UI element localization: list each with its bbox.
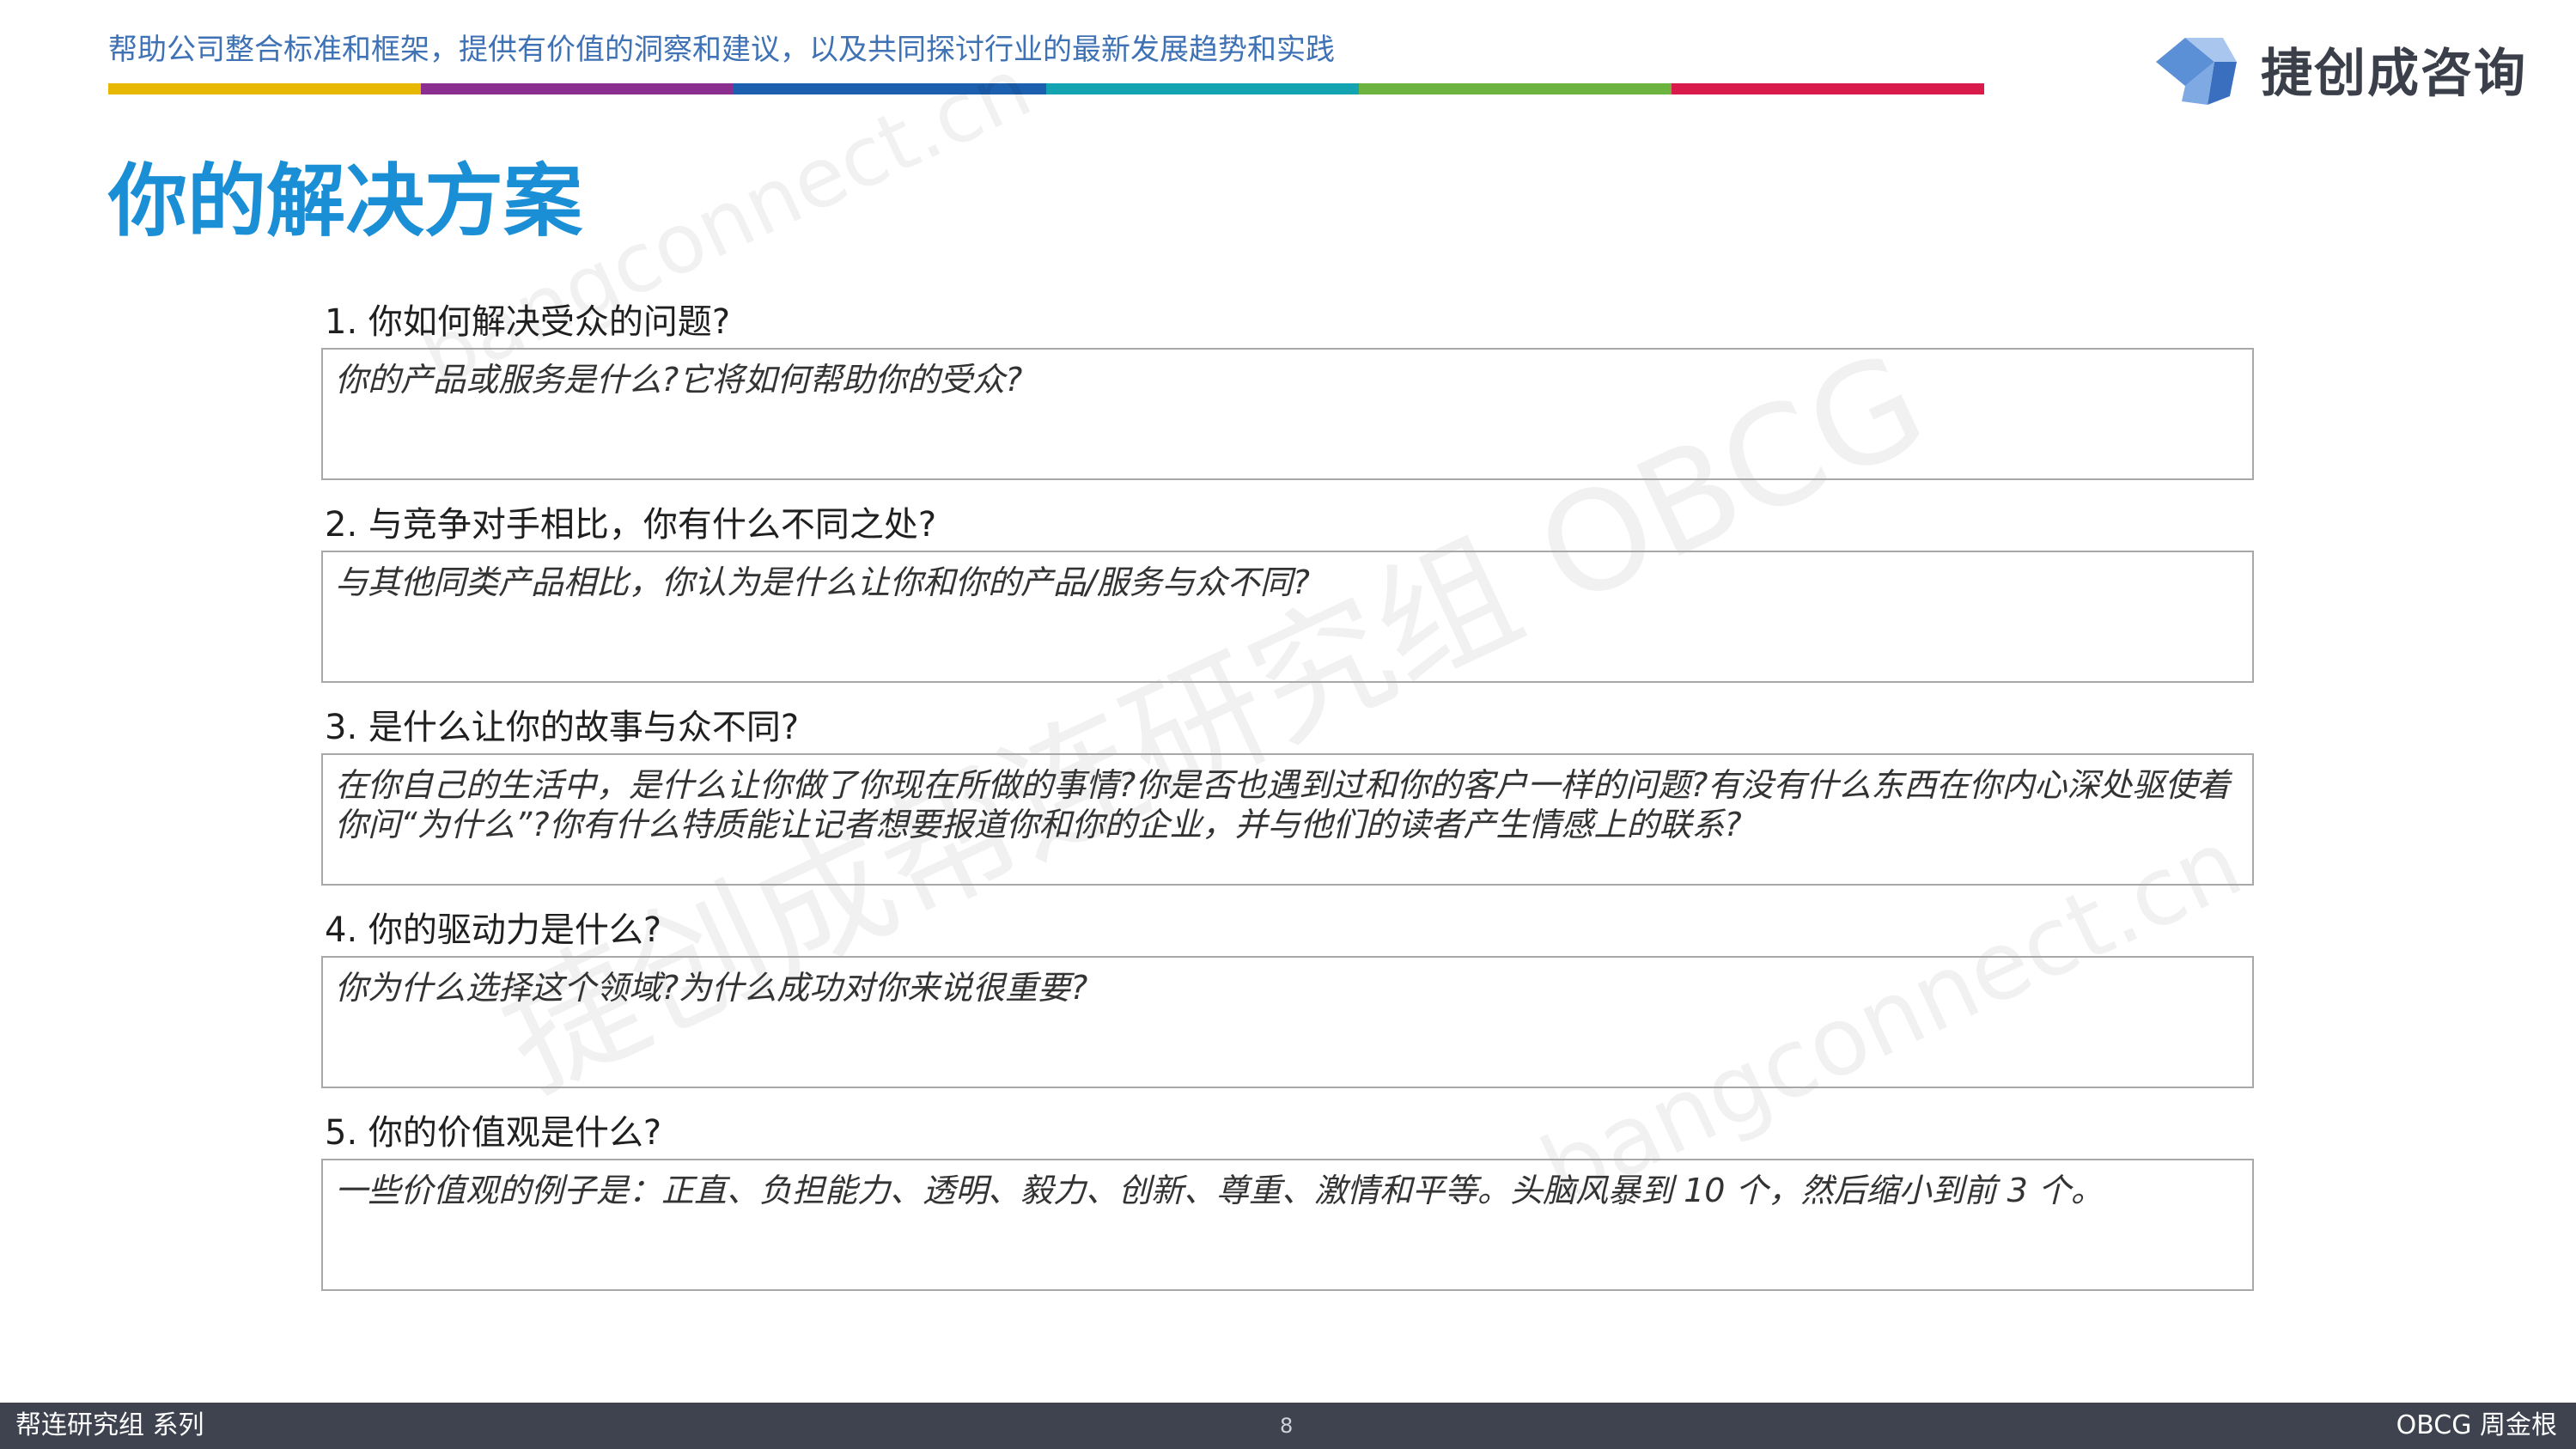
answer-box[interactable]: 你的产品或服务是什么?它将如何帮助你的受众?: [321, 348, 2254, 480]
footer-series-label: 帮连研究组 系列: [15, 1410, 204, 1440]
question-label: 2. 与竞争对手相比，你有什么不同之处?: [325, 505, 937, 545]
stripe-segment: [108, 83, 421, 94]
header-tagline: 帮助公司整合标准和框架，提供有价值的洞察和建议，以及共同探讨行业的最新发展趋势和…: [108, 33, 1335, 67]
question-item: 4. 你的驱动力是什么? 你为什么选择这个领域?为什么成功对你来说很重要?: [321, 904, 2254, 1107]
question-item: 2. 与竞争对手相比，你有什么不同之处? 与其他同类产品相比，你认为是什么让你和…: [321, 499, 2254, 702]
question-label: 1. 你如何解决受众的问题?: [325, 302, 731, 342]
answer-box[interactable]: 一些价值观的例子是：正直、负担能力、透明、毅力、创新、尊重、激情和平等。头脑风暴…: [321, 1159, 2254, 1291]
footer-author: OBCG 周金根: [2396, 1410, 2557, 1440]
answer-box[interactable]: 在你自己的生活中，是什么让你做了你现在所做的事情?你是否也遇到过和你的客户一样的…: [321, 753, 2254, 886]
answer-box[interactable]: 与其他同类产品相比，你认为是什么让你和你的产品/服务与众不同?: [321, 551, 2254, 683]
stripe-segment: [1046, 83, 1359, 94]
question-item: 1. 你如何解决受众的问题? 你的产品或服务是什么?它将如何帮助你的受众?: [321, 296, 2254, 499]
answer-box[interactable]: 你为什么选择这个领域?为什么成功对你来说很重要?: [321, 956, 2254, 1088]
question-item: 5. 你的价值观是什么? 一些价值观的例子是：正直、负担能力、透明、毅力、创新、…: [321, 1107, 2254, 1310]
footer-bar: 帮连研究组 系列 8 OBCG 周金根: [0, 1403, 2576, 1449]
question-label: 3. 是什么让你的故事与众不同?: [325, 708, 800, 747]
question-label: 5. 你的价值观是什么?: [325, 1113, 662, 1153]
stripe-segment: [421, 83, 734, 94]
page-number: 8: [1280, 1414, 1294, 1438]
color-stripe: [108, 83, 1984, 94]
stripe-segment: [734, 83, 1046, 94]
brand-logo: 捷创成咨询: [2147, 26, 2527, 112]
question-item: 3. 是什么让你的故事与众不同? 在你自己的生活中，是什么让你做了你现在所做的事…: [321, 702, 2254, 904]
cube-logo-icon: [2156, 38, 2237, 105]
question-label: 4. 你的驱动力是什么?: [325, 910, 662, 950]
question-list: 1. 你如何解决受众的问题? 你的产品或服务是什么?它将如何帮助你的受众? 2.…: [321, 296, 2254, 1310]
page-title: 你的解决方案: [108, 155, 583, 247]
stripe-segment: [1672, 83, 1984, 94]
logo-text: 捷创成咨询: [2261, 43, 2527, 104]
stripe-segment: [1359, 83, 1672, 94]
